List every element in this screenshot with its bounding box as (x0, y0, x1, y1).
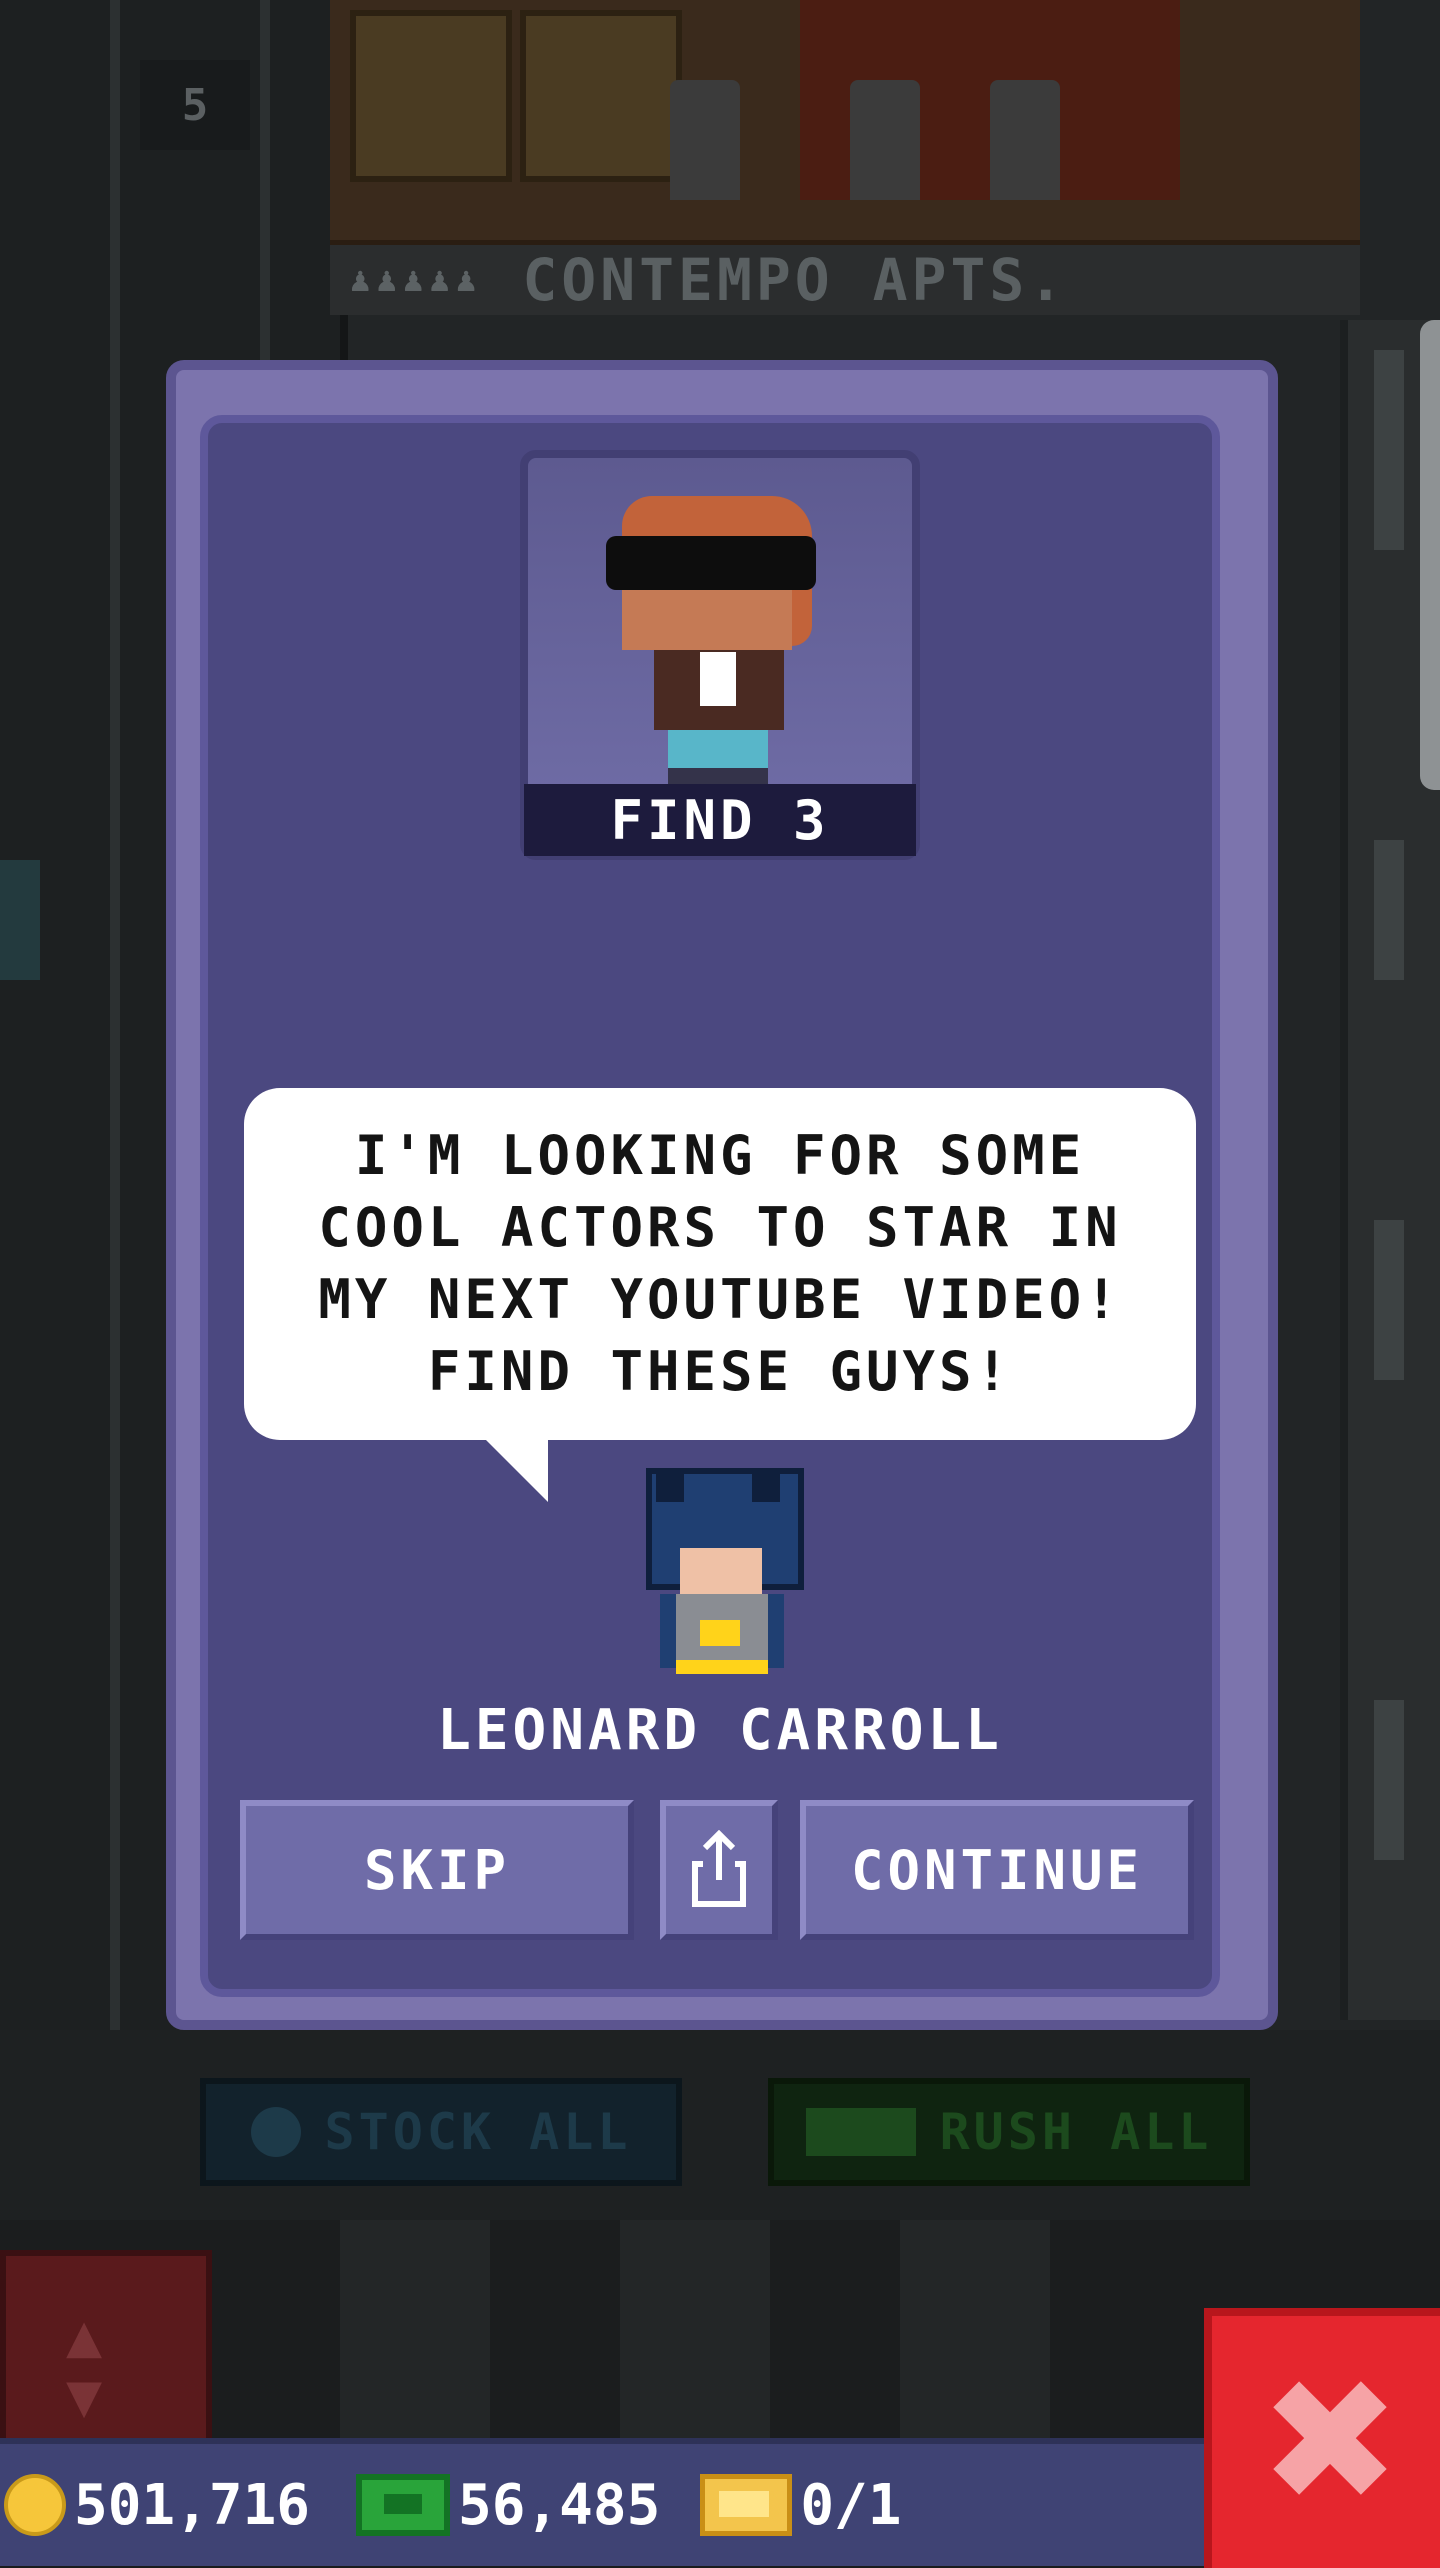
clock-icon (250, 2107, 301, 2157)
pillar (900, 2220, 1050, 2440)
message-line: MY NEXT YOUTUBE VIDEO! (318, 1268, 1122, 1331)
resident-icons: ♟♟♟♟♟ (350, 260, 483, 300)
share-button[interactable] (660, 1800, 778, 1940)
window-pane (1374, 1220, 1404, 1380)
ticket-count: 0/1 (800, 2472, 902, 2538)
message-line: COOL ACTORS TO STAR IN (318, 1196, 1122, 1259)
message-line: I'M LOOKING FOR SOME (354, 1124, 1086, 1187)
lamp (0, 860, 40, 980)
floor-name: CONTEMPO APTS. (522, 246, 1068, 314)
window-pane (1374, 1700, 1404, 1860)
bux-icon (356, 2474, 451, 2536)
up-down-arrows-icon: ▲ ▼ (66, 2301, 103, 2431)
ticket-icon (700, 2474, 793, 2536)
elevator-button[interactable]: ▲ ▼ (0, 2250, 212, 2452)
window (520, 10, 682, 182)
bux-icon (805, 2108, 916, 2156)
close-button[interactable]: ✖ (1204, 2308, 1440, 2568)
rush-all-label: RUSH ALL (939, 2103, 1213, 2161)
pillar (620, 2220, 770, 2440)
bitizen-sprite (850, 80, 920, 200)
bitizen-sprite (670, 80, 740, 200)
skip-button[interactable]: SKIP (240, 1800, 634, 1940)
floor-number: 5 (140, 60, 250, 150)
rush-all-button[interactable]: RUSH ALL (768, 2078, 1250, 2186)
npc-name: LEONARD CARROLL (437, 1697, 1003, 1763)
close-icon: ✖ (1258, 2343, 1402, 2541)
elevator-rail (110, 0, 120, 2030)
speech-bubble: I'M LOOKING FOR SOME COOL ACTORS TO STAR… (244, 1088, 1196, 1440)
side-drawer-tab[interactable] (1420, 320, 1440, 790)
message-line: FIND THESE GUYS! (427, 1340, 1013, 1403)
speech-bubble-tail (484, 1438, 548, 1502)
coin-icon (4, 2474, 66, 2536)
window-pane (1374, 840, 1404, 980)
bux-count: 56,485 (458, 2472, 661, 2538)
apartment-room (330, 0, 1360, 248)
stock-all-button[interactable]: STOCK ALL (200, 2078, 682, 2186)
find-count-label: FIND 3 (524, 784, 916, 856)
window-pane (1374, 350, 1404, 550)
coin-count: 501,716 (74, 2472, 311, 2538)
stock-all-label: STOCK ALL (324, 2103, 632, 2161)
bitizen-sprite (990, 80, 1060, 200)
window (350, 10, 512, 182)
floor-label-bar: ♟♟♟♟♟ CONTEMPO APTS. (330, 245, 1360, 315)
continue-button[interactable]: CONTINUE (800, 1800, 1194, 1940)
share-icon (692, 1830, 746, 1907)
pillar (340, 2220, 490, 2440)
